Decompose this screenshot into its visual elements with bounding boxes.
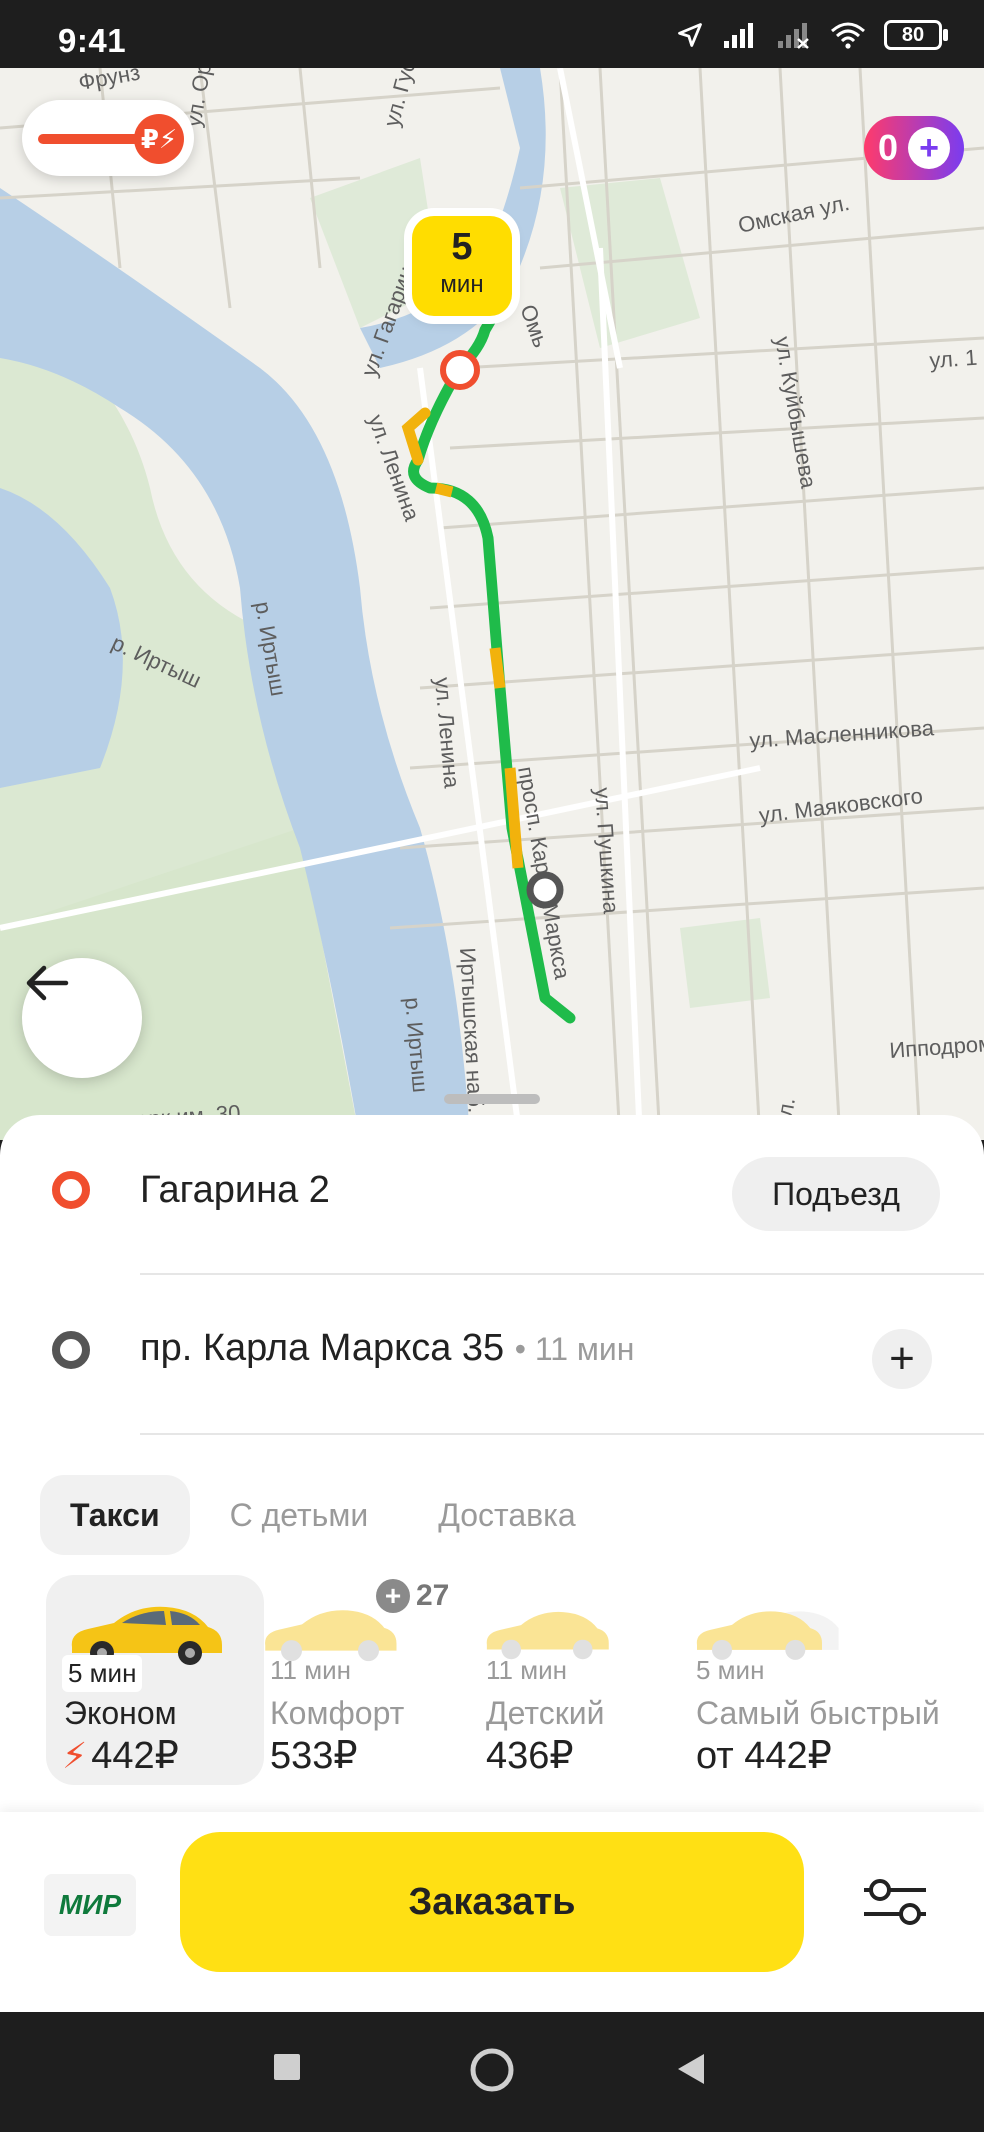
tariff-list: 5 мин Эконом ⚡ 442₽ + 27 11 мин Комфорт 5… [46, 1575, 984, 1785]
tariff-time: 11 мин [486, 1655, 567, 1685]
destination-row[interactable]: пр. Карла Маркса 35 • 11 мин + [0, 1275, 984, 1415]
street-label: Омская ул. [736, 190, 852, 238]
destination-duration: • 11 мин [514, 1331, 635, 1367]
tariff-time: 5 мин [62, 1655, 143, 1692]
eta-unit: мин [440, 271, 484, 298]
street-label: ул. Куйбышева [770, 335, 821, 491]
plus-icon: + [908, 127, 951, 169]
tariff-econom[interactable]: 5 мин Эконом ⚡ 442₽ [46, 1575, 264, 1785]
street-label: ул. Пушкина [590, 787, 624, 916]
cashback-points: 27 [416, 1579, 450, 1612]
recents-icon[interactable] [272, 2052, 302, 2082]
origin-row[interactable]: Гагарина 2 Подъезд [0, 1115, 984, 1255]
tariff-price: 436₽ [486, 1735, 574, 1777]
ride-options-button[interactable] [860, 1872, 930, 1932]
arrow-left-icon [26, 965, 69, 1001]
tariff-name: Самый быстрый [696, 1695, 940, 1731]
add-stop-button[interactable]: + [872, 1329, 932, 1389]
street-label: ул. Маяковского [758, 783, 925, 828]
status-bar: 9:41 80 [0, 0, 984, 68]
tab-taxi[interactable]: Такси [40, 1475, 190, 1555]
back-button[interactable] [22, 958, 142, 1078]
location-arrow-icon [678, 23, 702, 47]
divider [140, 1433, 984, 1435]
tariff-time: 5 мин [696, 1655, 765, 1685]
signal-off-icon [778, 23, 809, 49]
wifi-icon [831, 22, 865, 49]
origin-address: Гагарина 2 [140, 1169, 330, 1211]
system-nav-bar [0, 2012, 984, 2132]
sliders-icon [864, 1879, 926, 1925]
plus-points-badge[interactable]: 0 + [864, 116, 964, 180]
street-label: ул. 1 [929, 345, 978, 373]
surge-bolt-icon: ⚡ [62, 1735, 88, 1776]
order-button[interactable]: Заказать [180, 1832, 804, 1972]
tab-with-kids[interactable]: С детьми [200, 1475, 399, 1555]
status-icons: 80 [676, 20, 948, 50]
pickup-eta-bubble: 5 мин [412, 216, 512, 316]
payment-method-button[interactable]: МИР [44, 1874, 136, 1936]
tariff-price: 442₽ [91, 1735, 179, 1777]
destination-marker [526, 871, 564, 909]
street-label: Омь [515, 301, 553, 351]
origin-marker [440, 350, 480, 390]
mir-card-icon: МИР [58, 1889, 122, 1920]
ruble-bolt-icon: ₽⚡ [134, 114, 184, 164]
surge-toggle[interactable]: ₽⚡ [22, 100, 194, 176]
origin-dot-icon [52, 1171, 90, 1209]
street-label: ул. Гус [379, 68, 421, 129]
tariff-fastest[interactable]: 5 мин Самый быстрый от 442₽ [692, 1575, 984, 1785]
tariff-name: Детский [486, 1695, 605, 1731]
tariff-kids[interactable]: 11 мин Детский 436₽ [482, 1575, 682, 1785]
destination-dot-icon [52, 1331, 90, 1369]
tab-delivery[interactable]: Доставка [408, 1475, 605, 1555]
street-label: Ипподром [889, 1031, 984, 1063]
street-label: ул. Масленникова [749, 715, 936, 753]
tariff-time: 11 мин [270, 1655, 351, 1685]
signal-icon [724, 23, 753, 48]
battery-icon: 80 [884, 20, 948, 50]
entrance-button[interactable]: Подъезд [732, 1157, 940, 1231]
home-icon[interactable] [468, 2046, 516, 2094]
cashback-promo: + 27 [376, 1579, 449, 1613]
back-nav-icon[interactable] [676, 2052, 706, 2086]
tariff-name: Эконом [64, 1695, 177, 1731]
tariff-comfort[interactable]: + 27 11 мин Комфорт 533₽ [264, 1575, 464, 1785]
plus-points-count: 0 [877, 127, 899, 168]
order-action-bar: МИР Заказать [0, 1812, 984, 2012]
eta-value: 5 [451, 226, 473, 268]
street-label: Фрунз [77, 68, 142, 95]
tariff-name: Комфорт [270, 1695, 405, 1731]
status-time: 9:41 [58, 22, 127, 59]
service-tabs: Такси С детьми Доставка [40, 1475, 606, 1555]
tariff-price: от 442₽ [696, 1735, 832, 1777]
sheet-drag-handle[interactable] [444, 1094, 540, 1104]
map[interactable]: Омская ул. ул. Куйбышева ул. Гагарина ул… [0, 68, 984, 1140]
plus-icon: + [376, 1579, 410, 1613]
tariff-price: 533₽ [270, 1735, 358, 1777]
destination-address: пр. Карла Маркса 35 [140, 1327, 505, 1369]
